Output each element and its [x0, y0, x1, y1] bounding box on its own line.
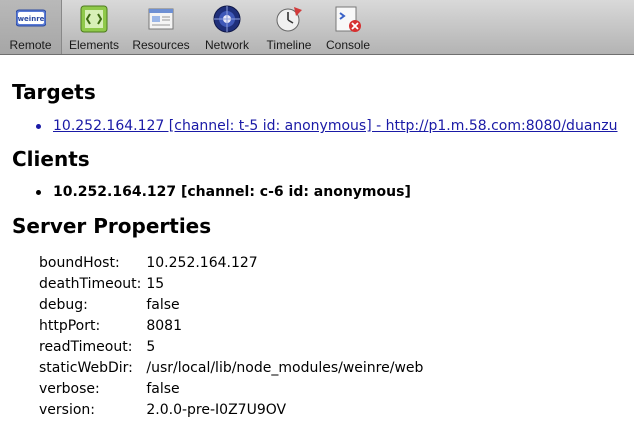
property-value: 10.252.164.127 [146, 254, 258, 271]
property-key: debug: [39, 296, 88, 313]
client-text: 10.252.164.127 [channel: c-6 id: anonymo… [53, 184, 411, 200]
property-key: deathTimeout: [39, 275, 142, 292]
clients-list: 10.252.164.127 [channel: c-6 id: anonymo… [0, 183, 411, 201]
table-row: debug: false [37, 294, 425, 315]
property-value: 15 [146, 275, 165, 292]
property-key: boundHost: [39, 254, 120, 271]
targets-list: 10.252.164.127 [channel: t-5 id: anonymo… [0, 117, 618, 135]
timeline-icon [276, 7, 302, 32]
tab-network[interactable]: Network [198, 0, 256, 54]
target-link[interactable]: 10.252.164.127 [channel: t-5 id: anonymo… [53, 118, 618, 134]
clients-heading: Clients [12, 147, 90, 171]
property-key: verbose: [39, 380, 100, 397]
tab-resources[interactable]: Resources [128, 0, 194, 54]
property-value: false [146, 380, 180, 397]
toolbar: weinre Remote Elements Resources Network… [0, 0, 634, 55]
tab-label: Console [325, 38, 371, 52]
weinre-logo-text: weinre [17, 15, 44, 23]
table-row: verbose: false [37, 378, 425, 399]
property-key: version: [39, 401, 95, 418]
table-row: httpPort: 8081 [37, 315, 425, 336]
property-value: false [146, 296, 180, 313]
resources-icon [148, 8, 174, 30]
server-properties-heading: Server Properties [12, 214, 212, 238]
property-value: 2.0.0-pre-I0Z7U9OV [146, 401, 287, 418]
console-icon [335, 6, 361, 32]
property-value: /usr/local/lib/node_modules/weinre/web [146, 359, 424, 376]
list-item: 10.252.164.127 [channel: t-5 id: anonymo… [0, 117, 618, 135]
targets-heading: Targets [12, 80, 96, 104]
tab-label: Network [204, 38, 249, 52]
tab-console[interactable]: Console [320, 0, 376, 54]
table-row: version: 2.0.0-pre-I0Z7U9OV [37, 399, 425, 420]
weinre-logo-icon: weinre [15, 9, 46, 27]
list-item: 10.252.164.127 [channel: c-6 id: anonymo… [0, 183, 411, 201]
tab-label: Remote [9, 38, 52, 52]
tab-remote[interactable]: weinre Remote [0, 0, 62, 54]
property-value: 5 [146, 338, 156, 355]
property-key: httpPort: [39, 317, 101, 334]
tab-label: Elements [68, 38, 120, 52]
table-row: staticWebDir: /usr/local/lib/node_modules… [37, 357, 425, 378]
tab-label: Timeline [266, 38, 312, 52]
table-row: readTimeout: 5 [37, 336, 425, 357]
server-properties-table: boundHost: 10.252.164.127 deathTimeout: 15… [37, 252, 425, 420]
network-icon [213, 5, 241, 33]
tab-label: Resources [132, 38, 190, 52]
property-value: 8081 [146, 317, 182, 334]
table-row: boundHost: 10.252.164.127 [37, 252, 425, 273]
property-key: staticWebDir: [39, 359, 133, 376]
property-key: readTimeout: [39, 338, 133, 355]
elements-icon [80, 5, 108, 33]
table-row: deathTimeout: 15 [37, 273, 425, 294]
tab-elements[interactable]: Elements [63, 0, 125, 54]
tab-timeline[interactable]: Timeline [259, 0, 319, 54]
